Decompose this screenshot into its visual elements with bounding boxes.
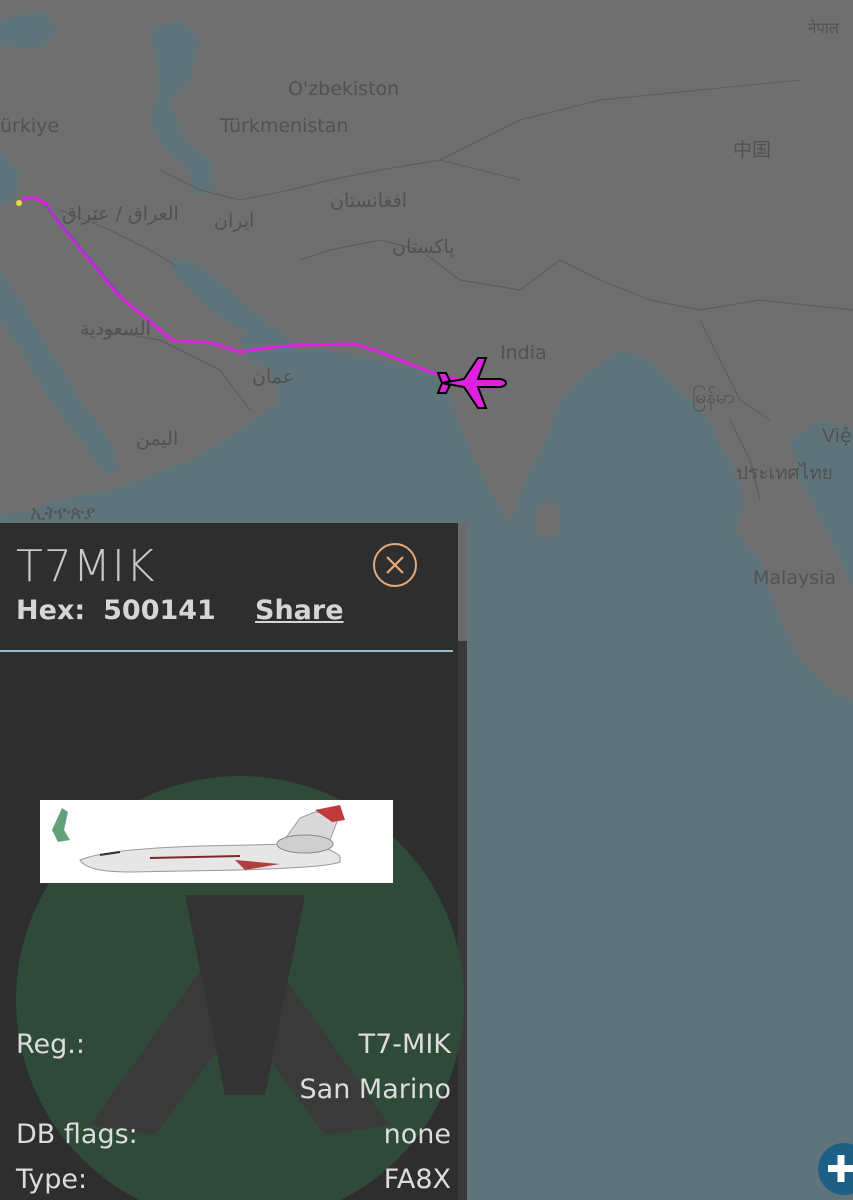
- map-label-pakistan: پاکستان: [392, 236, 455, 258]
- map-label-india: India: [500, 342, 547, 364]
- close-icon: [386, 556, 404, 574]
- hex-label: Hex:: [16, 595, 86, 626]
- map-label-ethiopia: ኢትዮጵያ: [30, 502, 96, 524]
- db-flags-value: none: [383, 1119, 451, 1150]
- type-value: FA8X: [383, 1164, 451, 1195]
- db-flags-label: DB flags:: [16, 1119, 138, 1150]
- reg-label: Reg.:: [16, 1029, 85, 1060]
- aircraft-info-panel: T7MIK Hex: 500141 Share Reg.: T7-MIK San…: [0, 523, 467, 1200]
- map-label-vietnam: Việ: [822, 425, 852, 447]
- map-label-yemen: اليمن: [136, 428, 179, 450]
- close-button[interactable]: [373, 543, 417, 587]
- map-label-afghanistan: افغانستان: [330, 190, 408, 212]
- map-label-thailand: ประเทศไทย: [736, 462, 833, 484]
- map-label-turkiye: ürkiye: [0, 115, 60, 137]
- zoom-in-button[interactable]: [818, 1143, 853, 1195]
- map-label-oman: عمان: [252, 366, 295, 388]
- hex-value: 500141: [103, 595, 216, 626]
- plus-icon: [828, 1155, 853, 1182]
- map-label-iraq: العراق / عێراق: [62, 203, 179, 225]
- map-label-turkmenistan: Türkmenistan: [220, 115, 349, 137]
- aircraft-photo[interactable]: [40, 800, 393, 883]
- map-label-nepal: नेपाल: [808, 19, 839, 37]
- map-label-iran: ایران: [214, 210, 255, 232]
- callsign: T7MIK: [16, 541, 156, 592]
- map-label-saudi: السعودية: [80, 318, 151, 340]
- aircraft-photo-image: [40, 800, 393, 883]
- map-label-malaysia: Malaysia: [753, 567, 837, 589]
- map-label-china: 中国: [733, 139, 772, 161]
- map-label-myanmar: မြန်မာ: [692, 386, 735, 408]
- type-label: Type:: [16, 1164, 88, 1195]
- map-label-uzbekistan: O'zbekiston: [288, 78, 400, 100]
- hex-line: Hex: 500141: [16, 595, 216, 626]
- reg-value: T7-MIK: [358, 1029, 451, 1060]
- panel-divider: [0, 650, 453, 652]
- panel-scrollbar-thumb[interactable]: [458, 523, 467, 641]
- country-value: San Marino: [299, 1074, 451, 1105]
- share-link[interactable]: Share: [255, 595, 344, 626]
